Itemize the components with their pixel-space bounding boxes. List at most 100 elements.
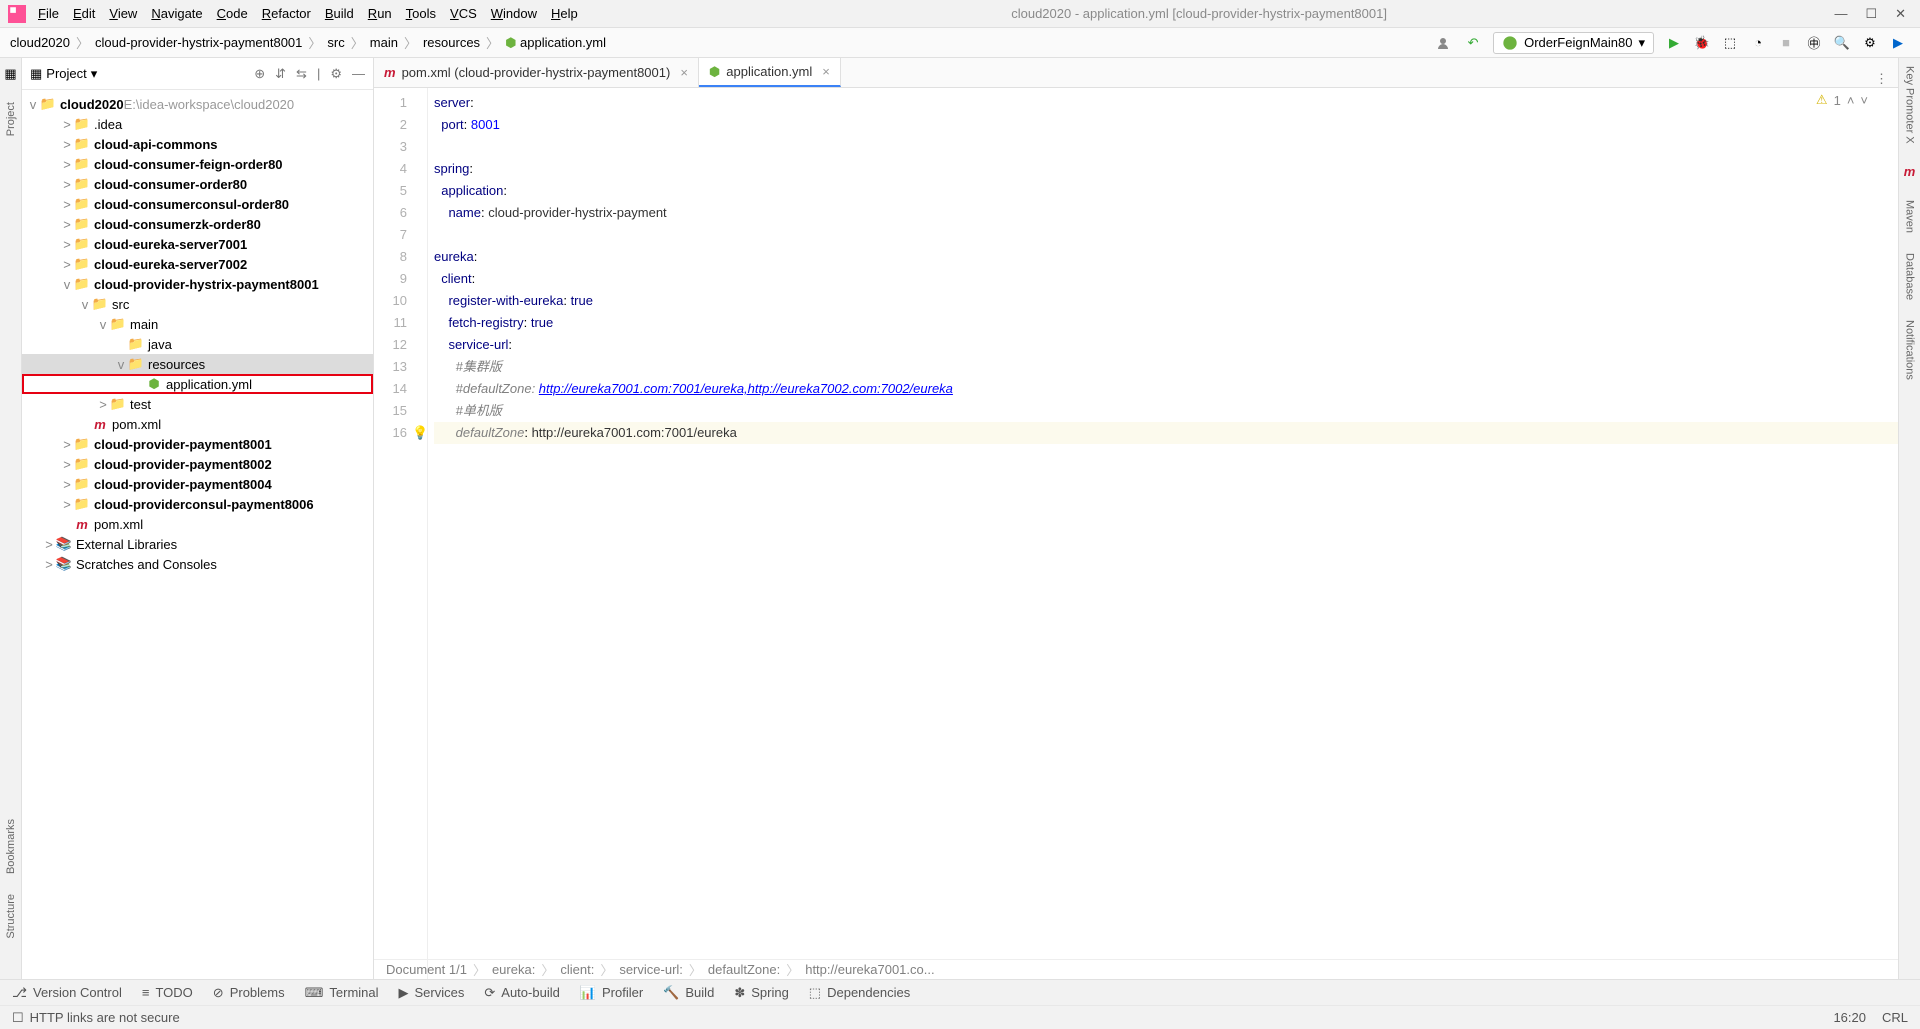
tree-item[interactable]: >📁cloud-eureka-server7002 [22, 254, 373, 274]
menu-vcs[interactable]: VCS [450, 6, 477, 21]
gear-icon[interactable]: ⚙ [1862, 35, 1878, 51]
code-area[interactable]: server: port: 8001 spring: application: … [428, 88, 1898, 979]
menu-build[interactable]: Build [325, 6, 354, 21]
bookmarks-tool-label[interactable]: Bookmarks [5, 819, 17, 874]
stop-icon[interactable]: ■ [1778, 35, 1794, 51]
maven-tool-label[interactable]: Maven [1904, 200, 1916, 233]
tree-item[interactable]: >📚Scratches and Consoles [22, 554, 373, 574]
bottom-problems[interactable]: ⊘Problems [213, 985, 285, 1001]
menu-file[interactable]: File [38, 6, 59, 21]
expand-icon[interactable]: ⇵ [275, 66, 286, 82]
menu-help[interactable]: Help [551, 6, 578, 21]
tree-item[interactable]: >📁cloud-eureka-server7001 [22, 234, 373, 254]
menu-edit[interactable]: Edit [73, 6, 95, 21]
tree-item[interactable]: >📁cloud-provider-payment8002 [22, 454, 373, 474]
tree-item[interactable]: >📁cloud-api-commons [22, 134, 373, 154]
tree-item[interactable]: mpom.xml [22, 514, 373, 534]
tree-item[interactable]: >📚External Libraries [22, 534, 373, 554]
tree-item[interactable]: v📁main [22, 314, 373, 334]
coverage-icon[interactable]: ⬚ [1722, 35, 1738, 51]
debug-icon[interactable]: 🐞 [1694, 35, 1710, 51]
tree-item[interactable]: mpom.xml [22, 414, 373, 434]
project-tool-label[interactable]: Project [5, 102, 17, 136]
editor-crumb[interactable]: http://eureka7001.co... [805, 962, 934, 977]
search-icon[interactable]: 🔍 [1834, 35, 1850, 51]
database-tool-label[interactable]: Database [1904, 253, 1916, 300]
crumb[interactable]: cloud2020 [10, 35, 70, 50]
bottom-build[interactable]: 🔨Build [663, 985, 714, 1001]
minimize-icon[interactable]: — [1834, 6, 1847, 22]
tree-root[interactable]: v📁cloud2020 E:\idea-workspace\cloud2020 [22, 94, 373, 114]
crumb[interactable]: main [370, 35, 398, 50]
tree-item[interactable]: >📁cloud-consumerzk-order80 [22, 214, 373, 234]
menu-code[interactable]: Code [217, 6, 248, 21]
sidebar-title[interactable]: ▦ Project ▾ [30, 66, 97, 82]
bottom-todo[interactable]: ≡TODO [142, 985, 193, 1000]
notifications-tool-label[interactable]: Notifications [1904, 320, 1916, 380]
tree-item[interactable]: v📁src [22, 294, 373, 314]
menu-run[interactable]: Run [368, 6, 392, 21]
tree-item[interactable]: v📁cloud-provider-hystrix-payment8001 [22, 274, 373, 294]
tree-item[interactable]: >📁cloud-provider-payment8001 [22, 434, 373, 454]
tab-close-icon[interactable]: × [822, 64, 830, 79]
editor-crumb[interactable]: defaultZone: [708, 962, 780, 977]
bottom-profiler[interactable]: 📊Profiler [580, 985, 643, 1001]
crumb[interactable]: src [327, 35, 344, 50]
tree-item[interactable]: >📁test [22, 394, 373, 414]
run-icon[interactable]: ▶ [1666, 35, 1682, 51]
bottom-version-control[interactable]: ⎇Version Control [12, 985, 122, 1001]
tab[interactable]: mpom.xml (cloud-provider-hystrix-payment… [374, 58, 699, 87]
inspection-summary[interactable]: ⚠ 1 ˄ ˅ [1816, 92, 1868, 108]
menu-navigate[interactable]: Navigate [151, 6, 202, 21]
tree-item[interactable]: >📁cloud-consumer-order80 [22, 174, 373, 194]
translate-icon[interactable]: ㊥ [1806, 35, 1822, 51]
warning-count: 1 [1834, 93, 1841, 108]
tree-item[interactable]: >📁cloud-providerconsul-payment8006 [22, 494, 373, 514]
chevron-up-icon[interactable]: ˄ [1847, 93, 1855, 108]
menu-refactor[interactable]: Refactor [262, 6, 311, 21]
crumb[interactable]: resources [423, 35, 480, 50]
sidebar-gear-icon[interactable]: ⚙ [330, 66, 342, 82]
project-tree[interactable]: v📁cloud2020 E:\idea-workspace\cloud2020>… [22, 90, 373, 979]
crumb[interactable]: ⬢ application.yml [505, 35, 606, 51]
tree-item[interactable]: v📁resources [22, 354, 373, 374]
menu-view[interactable]: View [109, 6, 137, 21]
editor-crumb[interactable]: service-url: [619, 962, 683, 977]
menu-window[interactable]: Window [491, 6, 537, 21]
editor-crumb[interactable]: Document 1/1 [386, 962, 467, 977]
chevron-down-icon[interactable]: ˅ [1860, 93, 1868, 108]
tree-item[interactable]: >📁cloud-consumer-feign-order80 [22, 154, 373, 174]
project-tool-icon[interactable]: ▦ [3, 66, 19, 82]
keypromoter-tool-label[interactable]: Key Promoter X [1904, 66, 1916, 144]
bottom-auto-build[interactable]: ⟳Auto-build [484, 985, 559, 1001]
hide-icon[interactable]: — [352, 66, 365, 82]
execute-icon[interactable]: ▶ [1890, 35, 1906, 51]
editor-body[interactable]: 123456789101112131415💡16 server: port: 8… [374, 88, 1898, 979]
close-icon[interactable]: ✕ [1895, 6, 1906, 22]
bottom-dependencies[interactable]: ⬚Dependencies [809, 985, 910, 1001]
run-config-selector[interactable]: OrderFeignMain80 ▾ [1493, 32, 1654, 54]
add-users-icon[interactable] [1437, 35, 1453, 51]
editor-crumb[interactable]: eureka: [492, 962, 535, 977]
bottom-terminal[interactable]: ⌨Terminal [305, 985, 379, 1001]
tree-item[interactable]: >📁cloud-provider-payment8004 [22, 474, 373, 494]
tab-close-icon[interactable]: × [680, 65, 688, 80]
editor-crumb[interactable]: client: [560, 962, 594, 977]
tree-item[interactable]: ⬢application.yml [22, 374, 373, 394]
tree-item[interactable]: >📁cloud-consumerconsul-order80 [22, 194, 373, 214]
locate-icon[interactable]: ⊕ [254, 66, 265, 82]
maximize-icon[interactable]: ☐ [1865, 6, 1877, 22]
collapse-icon[interactable]: ⇆ [296, 66, 307, 82]
tree-item[interactable]: >📁.idea [22, 114, 373, 134]
tree-item[interactable]: 📁java [22, 334, 373, 354]
profile-icon[interactable]: ◔ [1750, 35, 1766, 51]
maven-icon[interactable]: m [1902, 164, 1918, 180]
tabs-more-icon[interactable]: ⋮ [1865, 71, 1898, 87]
undo-icon[interactable]: ↶ [1465, 35, 1481, 51]
tab[interactable]: ⬢application.yml× [699, 58, 841, 87]
bottom-spring[interactable]: ✽Spring [734, 985, 788, 1001]
crumb[interactable]: cloud-provider-hystrix-payment8001 [95, 35, 302, 50]
structure-tool-label[interactable]: Structure [5, 894, 17, 939]
bottom-services[interactable]: ▶Services [399, 985, 465, 1001]
menu-tools[interactable]: Tools [406, 6, 436, 21]
